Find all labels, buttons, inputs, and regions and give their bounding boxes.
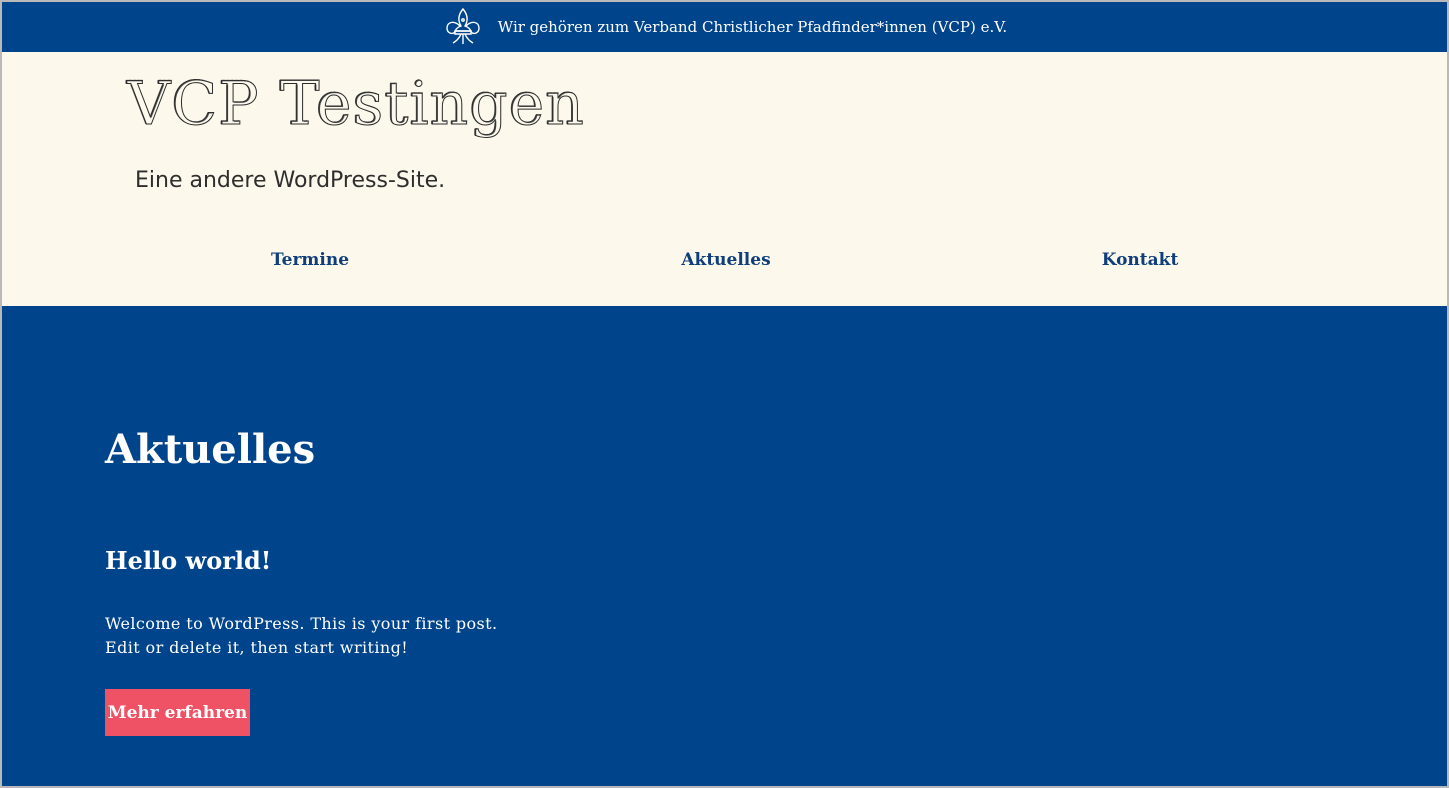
vcp-banner-text: Wir gehören zum Verband Christlicher Pfa… [497,18,1008,36]
nav-item-termine[interactable]: Termine [271,250,349,270]
main-nav: Termine Aktuelles Kontakt [2,250,1447,274]
browser-viewport: Wir gehören zum Verband Christlicher Pfa… [2,2,1447,786]
nav-item-kontakt[interactable]: Kontakt [1102,250,1179,270]
post-excerpt: Welcome to WordPress. This is your first… [105,612,525,660]
site-tagline: Eine andere WordPress-Site. [135,168,446,193]
fleur-de-lis-icon [442,6,484,48]
site-title[interactable]: VCP Testingen [127,74,585,135]
site-header: VCP Testingen Eine andere WordPress-Site… [2,52,1447,306]
post-excerpt-line: Welcome to WordPress. This is your first… [105,614,498,633]
post-excerpt-line: Edit or delete it, then start writing! [105,638,409,657]
nav-item-aktuelles[interactable]: Aktuelles [681,250,770,270]
read-more-button[interactable]: Mehr erfahren [105,689,250,736]
vcp-banner[interactable]: Wir gehören zum Verband Christlicher Pfa… [2,2,1447,52]
post-title[interactable]: Hello world! [105,546,271,575]
page-title: Aktuelles [105,426,316,473]
main-content: Aktuelles Hello world! Welcome to WordPr… [2,306,1447,786]
